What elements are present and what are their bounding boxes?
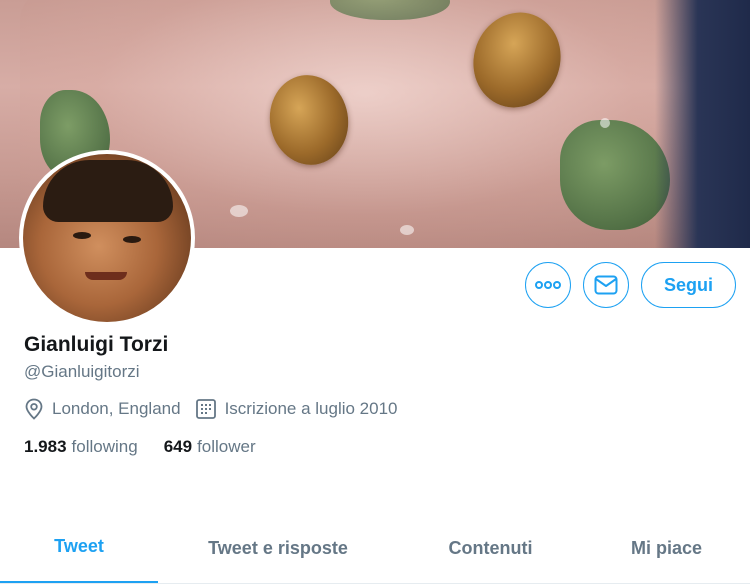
- banner-bubble: [230, 205, 248, 217]
- tab-label: Tweet e risposte: [208, 537, 348, 558]
- calendar-icon: [195, 399, 216, 419]
- following-link[interactable]: 1.983 following: [24, 437, 138, 457]
- message-button[interactable]: [582, 262, 629, 308]
- followers-label: follower: [197, 437, 256, 456]
- following-label: following: [71, 437, 138, 456]
- tab-tweet-e-risposte[interactable]: Tweet e risposte: [158, 512, 398, 584]
- more-dots-icon: [534, 281, 561, 289]
- banner-dark-edge: [655, 0, 750, 248]
- location-pin-icon: [25, 398, 43, 420]
- avatar-photo: [23, 154, 191, 322]
- banner-bubble: [600, 118, 610, 128]
- tab-tweet[interactable]: Tweet: [0, 512, 158, 584]
- avatar-eye: [123, 236, 141, 243]
- following-count: 1.983: [24, 437, 67, 456]
- tab-label: Tweet: [54, 536, 104, 556]
- avatar[interactable]: [19, 150, 195, 326]
- profile-meta: London, England Iscrizione a luglio 2010: [24, 398, 412, 420]
- profile-tabs: Tweet Tweet e risposte Contenuti Mi piac…: [0, 512, 750, 584]
- tab-label: Contenuti: [448, 537, 533, 558]
- tab-mi-piace[interactable]: Mi piace: [583, 512, 750, 584]
- profile-stats: 1.983 following 649 follower: [24, 437, 282, 457]
- avatar-mouth: [85, 272, 127, 280]
- join-date-text: Iscrizione a luglio 2010: [224, 399, 398, 418]
- tabs-divider: [0, 583, 750, 584]
- banner-bubble: [400, 225, 414, 235]
- followers-count: 649: [163, 437, 193, 456]
- envelope-icon: [594, 275, 618, 295]
- location-text: London, England: [52, 399, 181, 418]
- location-item: London, England: [24, 398, 181, 420]
- followers-link[interactable]: 649 follower: [164, 437, 256, 457]
- avatar-hair: [43, 160, 173, 222]
- follow-button[interactable]: Segui: [640, 262, 736, 308]
- profile-name: Gianluigi Torzi: [24, 333, 169, 356]
- join-date-item: Iscrizione a luglio 2010: [195, 398, 398, 420]
- profile-actions: Segui: [524, 262, 736, 308]
- avatar-eye: [73, 232, 91, 239]
- more-options-button[interactable]: [524, 262, 571, 308]
- profile-handle: @Gianluigitorzi: [24, 362, 140, 381]
- tab-contenuti[interactable]: Contenuti: [398, 512, 583, 584]
- tab-label: Mi piace: [630, 537, 703, 558]
